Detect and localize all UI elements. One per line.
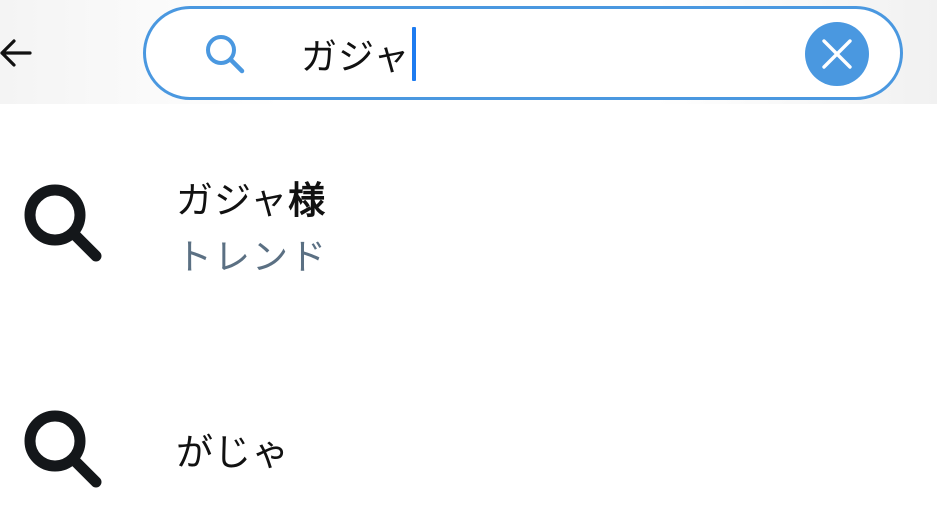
close-icon: [822, 39, 852, 69]
search-header: ガジャ: [0, 0, 937, 104]
search-suggestion[interactable]: ガジャ様 トレンド: [0, 120, 937, 278]
search-icon: [206, 35, 245, 74]
search-input[interactable]: ガジャ: [301, 25, 417, 83]
suggestion-title-rest: 様: [288, 179, 327, 222]
suggestion-title: ガジャ様: [176, 170, 326, 224]
suggestion-title-match: がじゃ: [176, 431, 290, 474]
text-caret: [412, 27, 417, 81]
search-input-value: ガジャ: [301, 37, 411, 78]
clear-search-button[interactable]: [805, 22, 869, 86]
suggestion-subtitle: トレンド: [176, 237, 329, 278]
search-icon: [24, 184, 102, 262]
suggestion-title: がじゃ: [176, 422, 290, 476]
search-icon: [24, 410, 102, 488]
suggestion-title-match: ガジャ: [176, 179, 289, 222]
arrow-left-icon: [0, 39, 32, 67]
back-button[interactable]: [0, 28, 40, 78]
search-bar[interactable]: ガジャ: [143, 6, 903, 100]
search-suggestion[interactable]: がじゃ: [0, 370, 937, 520]
